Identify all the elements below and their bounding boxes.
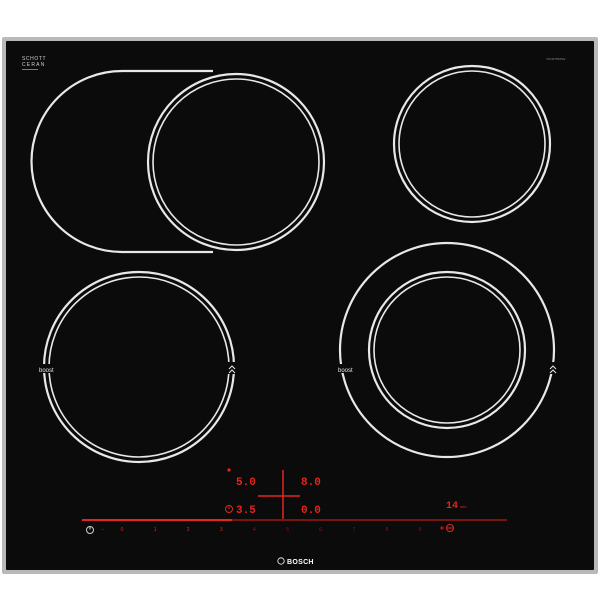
cooking-zone-front-left [42, 270, 236, 464]
power-slider-label-7[interactable]: 7 [352, 527, 355, 533]
glass-logo-underline [22, 69, 38, 70]
front-left-boost-label: boost [39, 368, 54, 374]
power-level-back-right: 8.0 [301, 477, 321, 489]
front-right-boost-chevron-bg [548, 362, 558, 374]
manufacturer-logo: BOSCH [287, 559, 314, 566]
power-slider-label-3[interactable]: 3 [220, 527, 223, 533]
power-slider-label-9[interactable]: 9 [419, 527, 422, 533]
power-slider-label-2[interactable]: 2 [187, 527, 190, 533]
front-left-boost-chevron-bg [227, 362, 237, 374]
minus-icon[interactable]: − [102, 527, 105, 533]
cooking-zone-back-left [30, 69, 326, 254]
power-slider-label-0[interactable]: 0 [121, 527, 124, 533]
model-code: PKN675DP1E [546, 57, 565, 61]
power-slider-label-5[interactable]: 5 [286, 527, 289, 533]
timer-readout: 14 [446, 501, 458, 512]
bosch-logo-emblem [277, 557, 285, 565]
zone-front-right-inner-ring [367, 270, 527, 430]
timer-icon[interactable] [225, 505, 233, 513]
zone-marker-top-left [227, 468, 231, 472]
cooking-zone-back-right [392, 64, 552, 224]
zone-back-left-inner-ring [152, 78, 320, 246]
power-slider-label-8[interactable]: 8 [386, 527, 389, 533]
power-slider-label-1[interactable]: 1 [154, 527, 157, 533]
cooking-zone-front-right [338, 241, 556, 459]
zone-back-left-extension-outline [30, 69, 213, 254]
power-level-front-left: 3.5 [236, 505, 256, 517]
power-slider-active [82, 519, 232, 521]
front-right-boost-label: boost [338, 368, 353, 374]
power-slider-labels: 0 1 2 3 4 5 6 7 8 9 [121, 527, 422, 533]
power-level-front-right: 0.0 [301, 505, 321, 517]
power-level-back-left: 5.0 [236, 477, 256, 489]
zone-back-left-main-ring [146, 72, 326, 252]
glass-logo-line2: CERAN [22, 62, 46, 68]
zone-front-right-outer-ring [338, 241, 556, 459]
child-lock-icon[interactable] [446, 524, 454, 532]
zone-indicator-cross [258, 470, 300, 520]
power-slider-label-6[interactable]: 6 [319, 527, 322, 533]
hob-drawing: SCHOTT CERAN PKN675DP1E boost boost 5.0 … [22, 56, 566, 566]
plus-icon[interactable] [440, 526, 444, 530]
power-icon[interactable] [86, 526, 94, 534]
power-slider-label-4[interactable]: 4 [253, 527, 256, 533]
timer-unit: min [460, 504, 466, 509]
